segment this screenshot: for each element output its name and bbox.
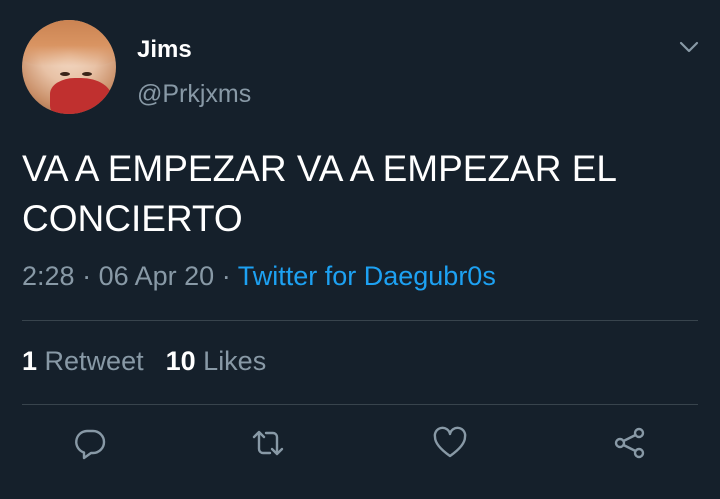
reply-icon[interactable] [72, 425, 108, 461]
tweet-text: VA A EMPEZAR VA A EMPEZAR EL CONCIERTO [22, 148, 616, 239]
tweet-stats: 1 Retweet 10 Likes [22, 346, 266, 377]
avatar[interactable] [22, 20, 116, 114]
retweet-stat[interactable]: 1 Retweet [22, 346, 144, 376]
meta-separator: · [82, 261, 92, 291]
divider [22, 320, 698, 321]
meta-separator: · [221, 261, 231, 291]
avatar-eye-right [82, 72, 92, 76]
retweet-count: 1 [22, 346, 38, 376]
tweet-meta: 2:28 · 06 Apr 20 · Twitter for Daegubr0s [22, 261, 496, 292]
heart-icon[interactable] [432, 425, 468, 461]
chevron-down-icon[interactable] [678, 36, 700, 58]
tweet-date: 06 Apr 20 [98, 261, 215, 291]
retweet-icon[interactable] [250, 425, 286, 461]
divider [22, 404, 698, 405]
likes-stat[interactable]: 10 Likes [166, 346, 267, 376]
share-icon[interactable] [612, 425, 648, 461]
tweet-source-link[interactable]: Twitter for Daegubr0s [238, 261, 496, 291]
likes-count: 10 [165, 346, 196, 376]
avatar-eye-left [60, 72, 70, 76]
avatar-hair [22, 20, 116, 66]
likes-label: Likes [203, 346, 267, 376]
user-handle[interactable]: @Prkjxms [137, 80, 251, 109]
retweet-label: Retweet [44, 346, 144, 376]
avatar-sleeve [50, 78, 112, 114]
user-name[interactable]: Jims [137, 36, 192, 64]
tweet-time: 2:28 [22, 261, 75, 291]
